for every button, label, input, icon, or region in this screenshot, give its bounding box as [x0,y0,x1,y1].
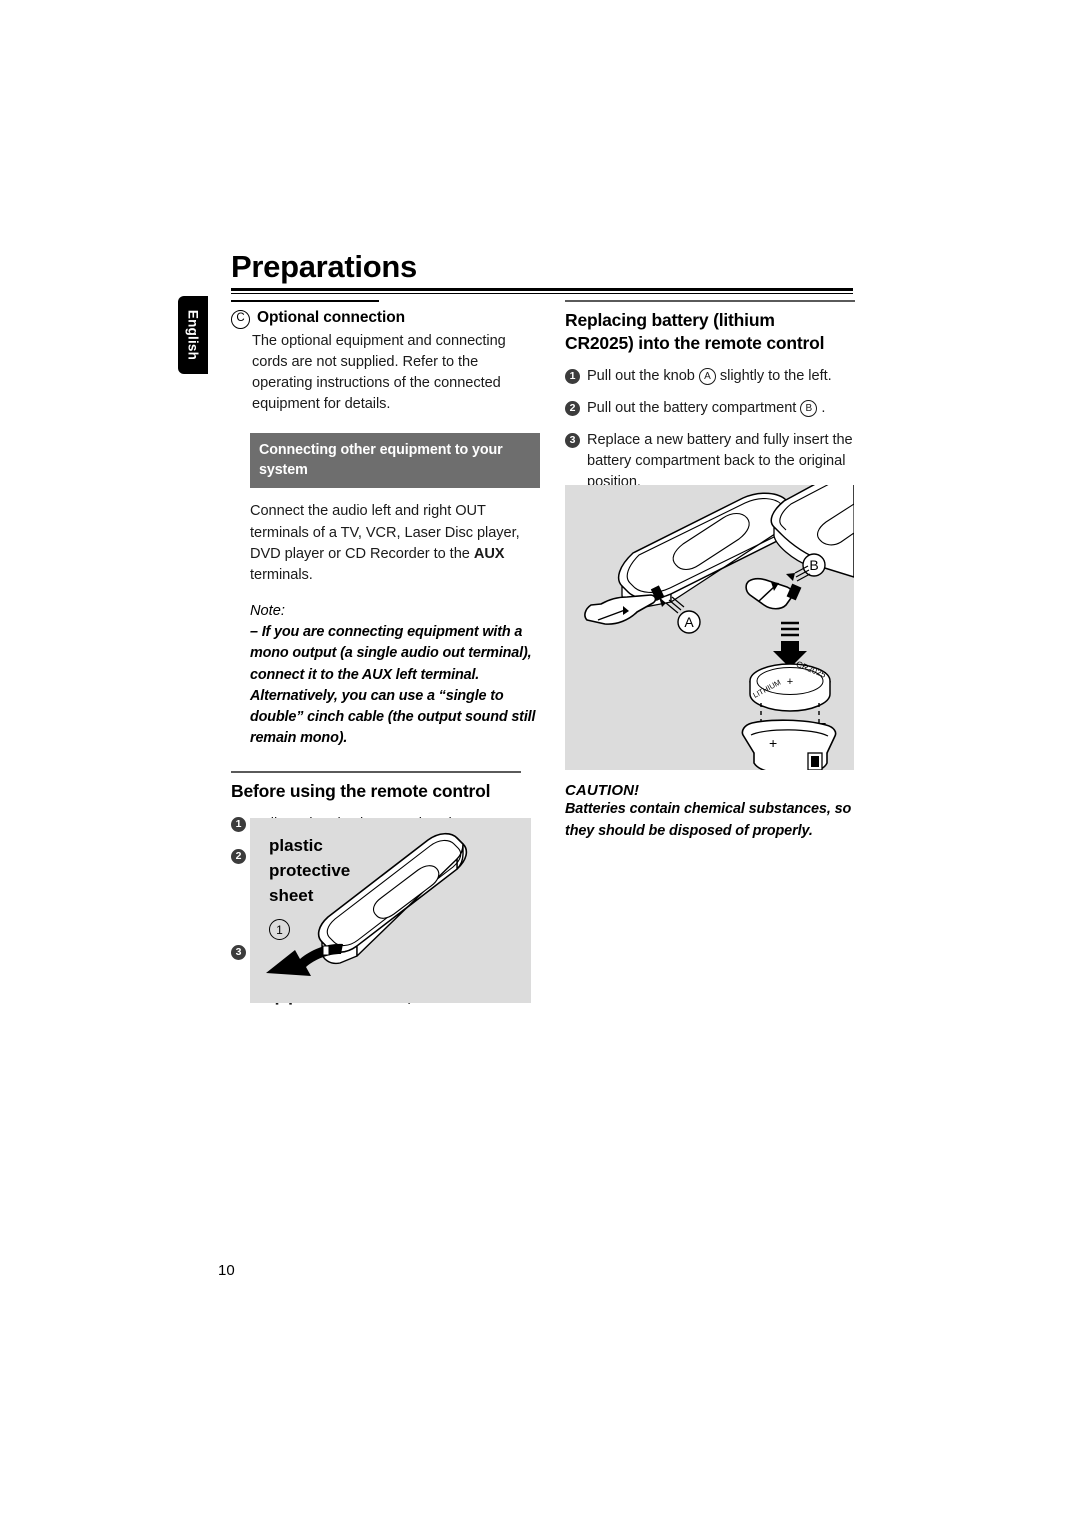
step-text-before: Pull out the battery compartment [587,399,801,416]
note-body: – If you are connecting equipment with a… [250,624,536,747]
battery-heading-line1: Replacing battery (lithium [565,309,775,330]
caution-title: CAUTION! [565,782,640,799]
aux-term: AUX [473,545,505,562]
step-text: Pull out the knob A slightly to the left… [587,366,832,387]
list-item: 2 Pull out the battery compartment B . [565,398,855,419]
list-item: 3 Replace a new battery and fully insert… [565,430,855,494]
step-number-badge: 3 [231,944,246,960]
page-title: Preparations [231,249,417,284]
step-number-badge: 1 [231,816,246,832]
coin-cell-battery: + CR2025 LITHIUM [749,659,831,712]
step-text: Pull out the battery compartment B . [587,398,825,419]
step-text-before: Pull out the knob [587,367,699,384]
title-rule-thick [231,288,853,291]
step-text: Replace a new battery and fully insert t… [587,431,853,491]
title-rule-thin [231,292,853,294]
remote-section-rule [231,771,521,773]
remote-control-drawing [266,832,468,976]
callout-a-label: A [684,614,694,630]
note-label: Note: [250,603,285,620]
step-number-badge: 3 [565,432,580,448]
page-number: 10 [218,1262,235,1279]
battery-replacement-illustration: A B + CR2025 LITHIUM + [565,485,854,770]
plastic-sheet-illustration: plastic protective sheet 1 [250,818,531,1003]
caution-body: Batteries contain chemical substances, s… [565,801,852,839]
language-tab: English [178,296,208,374]
connecting-equipment-band: Connecting other equipment to your syste… [250,433,540,489]
battery-heading-line2: CR2025) into the remote control [565,332,825,353]
battery-replacement-drawing: A B + CR2025 LITHIUM + [584,485,854,770]
circled-letter-b-icon: B [800,400,818,418]
battery-section-heading: Replacing battery (lithium CR2025) into … [565,309,855,355]
remote-section-heading: Before using the remote control [231,780,491,801]
step-number-badge: 2 [231,849,246,865]
battery-polarity-label: + [787,676,793,688]
circled-letter-a-icon: A [698,368,716,385]
connecting-equipment-body: Connect the audio left and right OUT ter… [250,501,535,586]
caution-block: CAUTION! Batteries contain chemical subs… [565,782,860,842]
optional-connection-rule [231,300,379,302]
language-tab-label: English [185,309,201,361]
tray-polarity-label: + [769,735,777,751]
optional-connection-title: Optional connection [257,308,405,326]
battery-steps-list: 1 Pull out the knob A slightly to the le… [565,366,855,494]
circled-letter-c-icon: C [231,309,250,329]
callout-b-label: B [809,557,818,573]
list-item: 1 Pull out the knob A slightly to the le… [565,366,855,387]
right-column: Replacing battery (lithium CR2025) into … [565,300,855,494]
connecting-text-part2: terminals. [250,567,313,584]
optional-connection-body: The optional equipment and connecting co… [252,332,506,413]
battery-section-rule [565,300,855,302]
step-text-after: . [817,399,826,416]
optional-connection-heading: C Optional connection [231,309,531,329]
step-text-after: slightly to the left. [715,367,832,384]
step-number-badge: 2 [565,400,580,416]
step-number-badge: 1 [565,368,580,384]
manual-page: English Preparations C Optional connecti… [0,0,1080,1528]
